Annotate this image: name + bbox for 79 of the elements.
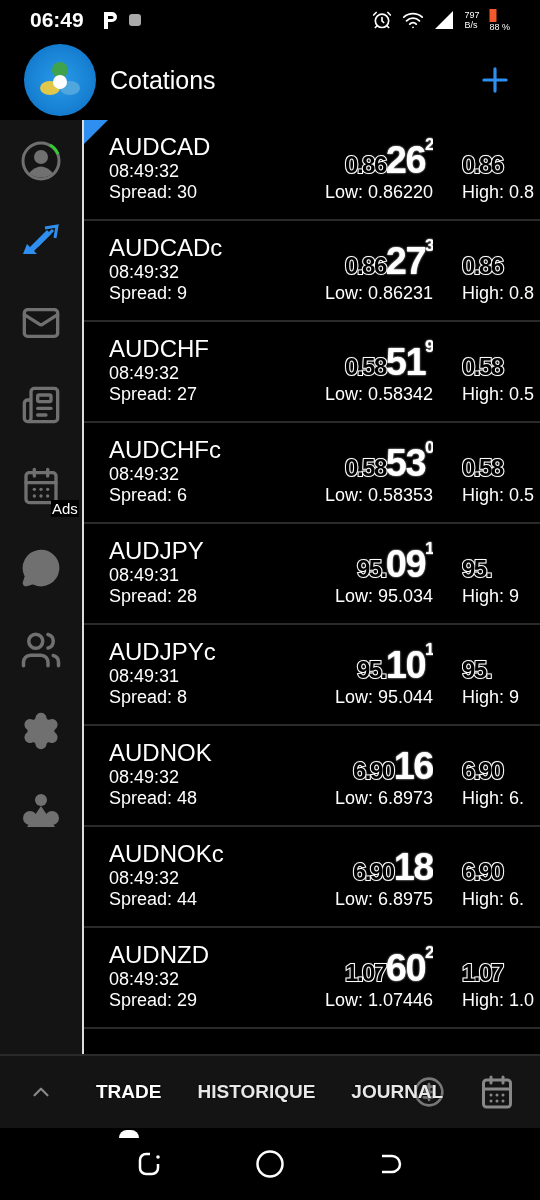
signal-icon bbox=[434, 10, 455, 30]
quote-time: 08:49:32 bbox=[109, 464, 181, 485]
low-price: Low: 0.58342 bbox=[324, 383, 433, 406]
high-price: High: 0.8 bbox=[462, 282, 535, 305]
symbol-name: AUDNOK bbox=[109, 739, 213, 767]
high-price: High: 9 bbox=[462, 686, 520, 709]
symbol-name: AUDCHFc bbox=[109, 436, 222, 464]
avatar-icon bbox=[20, 140, 62, 182]
quote-time: 08:49:32 bbox=[109, 161, 181, 182]
spread-text: Spread: 28 bbox=[109, 586, 199, 607]
symbol-name: AUDNZD bbox=[109, 941, 210, 969]
clock-time: 06:49 bbox=[30, 8, 84, 32]
low-price: Low: 6.8975 bbox=[334, 888, 433, 911]
symbol-name: AUDJPYc bbox=[109, 638, 217, 666]
high-price: High: 9 bbox=[462, 585, 520, 608]
bid-price: 6.9018 bbox=[353, 845, 433, 887]
high-price: High: 1.0 bbox=[462, 989, 535, 1012]
ads-label: Ads bbox=[51, 500, 79, 517]
spread-text: Spread: 6 bbox=[109, 485, 189, 506]
spread-text: Spread: 8 bbox=[109, 687, 189, 708]
spread-text: Spread: 30 bbox=[109, 182, 199, 203]
high-price: High: 6. bbox=[462, 787, 525, 810]
selection-corner bbox=[84, 120, 108, 144]
low-price: Low: 0.58353 bbox=[324, 484, 433, 507]
quote-row[interactable]: AUDNOK 08:49:32 Spread: 48 6.9016 Low: 6.8973 6.90 High: 6. bbox=[84, 726, 540, 827]
high-price: High: 0.8 bbox=[462, 181, 535, 204]
quote-time: 08:49:32 bbox=[109, 363, 181, 384]
symbol-name: AUDCAD bbox=[109, 133, 212, 161]
symbol-name: AUDCADc bbox=[109, 234, 224, 262]
low-price: Low: 6.8973 bbox=[334, 787, 433, 810]
low-price: Low: 95.034 bbox=[334, 585, 433, 608]
high-price: High: 0.5 bbox=[462, 383, 535, 406]
quote-time: 08:49:32 bbox=[109, 262, 181, 283]
spread-text: Spread: 27 bbox=[109, 384, 199, 405]
ask-price: 0.86 bbox=[462, 150, 503, 180]
quote-time: 08:49:32 bbox=[109, 868, 181, 889]
ask-price: 6.90 bbox=[462, 857, 503, 887]
ask-price: 95. bbox=[462, 554, 491, 584]
alarm-icon bbox=[372, 10, 393, 30]
ask-price: 95. bbox=[462, 655, 491, 685]
newspaper-icon bbox=[21, 384, 61, 425]
battery-level: 88 % bbox=[489, 22, 510, 32]
battery-icon bbox=[489, 8, 498, 22]
bottom-tab[interactable]: JOURNAL bbox=[351, 1081, 444, 1103]
low-price: Low: 95.044 bbox=[334, 686, 433, 709]
symbol-name: AUDCHF bbox=[109, 335, 210, 363]
bottom-tab[interactable]: TRADE bbox=[96, 1081, 162, 1103]
traders-icon bbox=[22, 792, 60, 830]
quote-time: 08:49:31 bbox=[109, 666, 181, 687]
ask-price: 1.07 bbox=[462, 958, 503, 988]
notification-icon bbox=[101, 10, 118, 30]
ask-price: 0.58 bbox=[462, 453, 503, 483]
bottom-tab[interactable]: HISTORIQUE bbox=[197, 1081, 316, 1103]
notification-icon bbox=[127, 13, 142, 27]
ask-price: 0.58 bbox=[462, 352, 503, 382]
quote-time: 08:49:31 bbox=[109, 565, 181, 586]
ask-price: 6.90 bbox=[462, 756, 503, 786]
quote-row[interactable]: AUDNOKc 08:49:32 Spread: 44 6.9018 Low: 6.8975 6.90 High: 6. bbox=[84, 827, 540, 928]
symbol-name: AUDJPY bbox=[109, 537, 205, 565]
quote-time: 08:49:32 bbox=[109, 969, 181, 990]
ask-price: 0.86 bbox=[462, 251, 503, 281]
network-speed: 797 bbox=[464, 10, 480, 20]
spread-text: Spread: 29 bbox=[109, 990, 199, 1011]
chat-icon bbox=[21, 547, 61, 588]
screen-title: Cotations bbox=[110, 65, 217, 95]
low-price: Low: 0.86220 bbox=[324, 181, 433, 204]
network-unit: B/s bbox=[464, 20, 479, 30]
high-price: High: 0.5 bbox=[462, 484, 535, 507]
low-price: Low: 0.86231 bbox=[324, 282, 433, 305]
settings-icon bbox=[21, 710, 61, 751]
symbol-name: AUDNOKc bbox=[109, 840, 225, 868]
high-price: High: 6. bbox=[462, 888, 525, 911]
quote-time: 08:49:32 bbox=[109, 767, 181, 788]
spread-text: Spread: 48 bbox=[109, 788, 199, 809]
spread-text: Spread: 44 bbox=[109, 889, 199, 910]
spread-text: Spread: 9 bbox=[109, 283, 189, 304]
low-price: Low: 1.07446 bbox=[324, 989, 433, 1012]
home-icon[interactable] bbox=[255, 1149, 285, 1179]
bid-price: 6.9016 bbox=[353, 744, 433, 786]
